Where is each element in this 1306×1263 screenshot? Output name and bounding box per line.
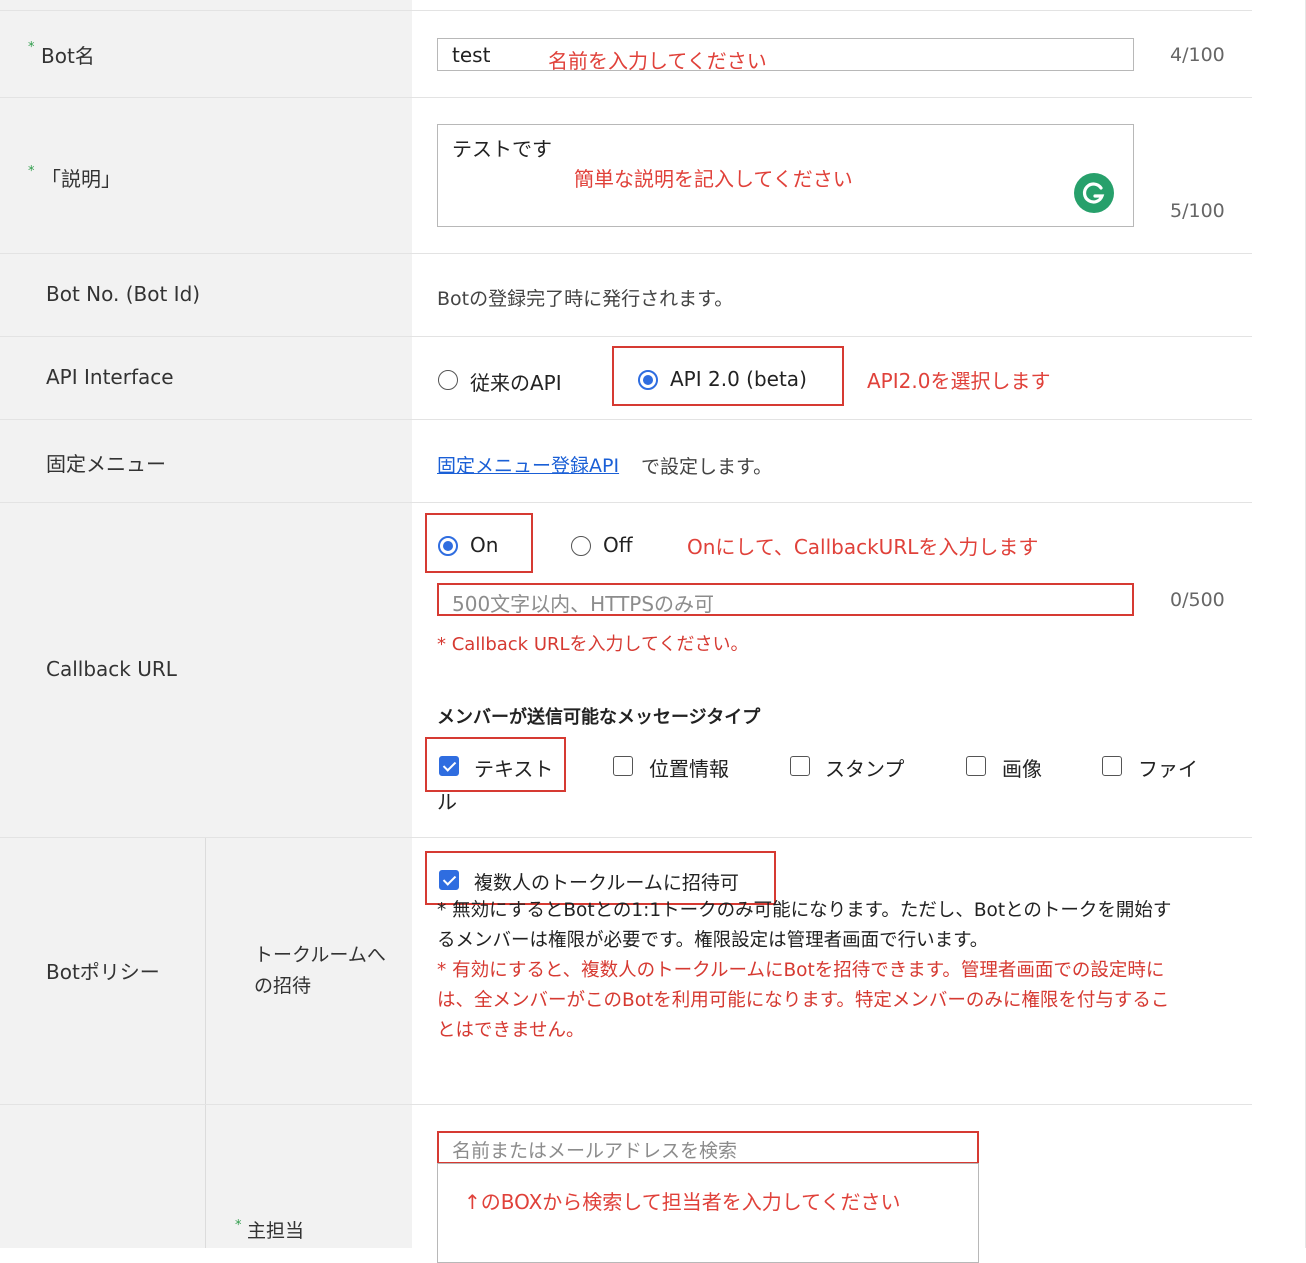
- api-v2-label[interactable]: API 2.0 (beta): [670, 367, 807, 391]
- bot-policy-label: Botポリシー: [46, 960, 160, 984]
- message-type-sticker-label[interactable]: スタンプ: [825, 753, 904, 782]
- policy-note-2-line1: * 有効にすると、複数人のトークルームにBotを招待できます。管理者画面での設定…: [437, 960, 1165, 981]
- message-type-file-label[interactable]: ファイ: [1138, 753, 1198, 782]
- row-divider: [0, 502, 1252, 503]
- main-owner-label: 主担当: [247, 1220, 305, 1242]
- description-textarea[interactable]: テストです 簡単な説明を記入してください: [437, 124, 1134, 227]
- message-type-file-label-wrap: ル: [437, 790, 457, 814]
- policy-note-2: * 有効にすると、複数人のトークルームにBotを招待できます。管理者画面での設定…: [437, 956, 1247, 1046]
- grammarly-g-glyph: [1082, 182, 1105, 204]
- grammarly-icon[interactable]: [1074, 173, 1114, 213]
- api-legacy-label[interactable]: 従来のAPI: [470, 367, 562, 396]
- message-type-image-label[interactable]: 画像: [1002, 753, 1042, 782]
- talk-room-invite-label-line2: の招待: [254, 975, 312, 997]
- callback-url-label: Callback URL: [46, 657, 177, 681]
- message-type-sticker-checkbox[interactable]: [790, 756, 810, 776]
- message-type-image-checkbox[interactable]: [966, 756, 986, 776]
- talk-room-invite-label-line1: トークルームへ: [254, 944, 386, 966]
- callback-url-counter: 0/500: [1170, 589, 1225, 611]
- message-type-location-checkbox[interactable]: [613, 756, 633, 776]
- owner-search-input[interactable]: 名前またはメールアドレスを検索: [437, 1131, 979, 1164]
- callback-on-radio[interactable]: [438, 536, 458, 556]
- sub-label-divider: [205, 838, 206, 1248]
- fixed-menu-suffix: で設定します。: [641, 456, 773, 478]
- bot-name-input[interactable]: test 名前を入力してください: [437, 38, 1134, 73]
- policy-note-2-line2: は、全メンバーがこのBotを利用可能になります。特定メンバーのみに権限を付与する…: [437, 990, 1170, 1011]
- bot-name-counter: 4/100: [1170, 44, 1225, 66]
- row-divider: [0, 253, 1252, 254]
- policy-note-1-line2: るメンバーは権限が必要です。権限設定は管理者画面で行います。: [437, 930, 989, 951]
- callback-url-error: * Callback URLを入力してください。: [437, 634, 749, 655]
- bot-no-label: Bot No. (Bot Id): [46, 282, 201, 306]
- row-divider: [0, 419, 1252, 420]
- policy-note-1-line1: * 無効にするとBotとの1:1トークのみ可能になります。ただし、Botとのトー…: [437, 900, 1172, 921]
- description-value: テストです: [452, 137, 552, 161]
- description-label: 「説明」: [41, 167, 121, 191]
- message-types-heading: メンバーが送信可能なメッセージタイプ: [437, 707, 761, 728]
- bot-name-value: test: [452, 43, 491, 67]
- callback-annotation: Onにして、CallbackURLを入力します: [687, 535, 1039, 559]
- fixed-menu-api-link[interactable]: 固定メニュー登録API: [437, 451, 619, 478]
- required-mark: *: [28, 164, 35, 179]
- row-divider: [0, 1104, 1252, 1105]
- owner-list-box[interactable]: ↑のBOXから検索して担当者を入力してください: [437, 1163, 979, 1263]
- row-divider: [0, 97, 1252, 98]
- callback-off-radio[interactable]: [571, 536, 591, 556]
- message-type-location-label[interactable]: 位置情報: [649, 753, 729, 782]
- fixed-menu-label: 固定メニュー: [46, 452, 166, 476]
- message-type-text-label[interactable]: テキスト: [474, 753, 553, 782]
- description-annotation: 簡単な説明を記入してください: [574, 167, 853, 191]
- api-interface-label: API Interface: [46, 365, 174, 389]
- required-mark: *: [235, 1218, 242, 1233]
- api-v2-radio[interactable]: [638, 370, 658, 390]
- callback-url-input[interactable]: 500文字以内、HTTPSのみ可: [437, 583, 1134, 616]
- message-type-file-checkbox[interactable]: [1102, 756, 1122, 776]
- row-divider: [0, 336, 1252, 337]
- policy-note-1: * 無効にするとBotとの1:1トークのみ可能になります。ただし、Botとのトー…: [437, 896, 1247, 956]
- bot-settings-form: * Bot名 test 名前を入力してください 4/100 * 「説明」 テスト…: [0, 0, 1252, 1263]
- owner-search-placeholder: 名前またはメールアドレスを検索: [452, 1140, 738, 1162]
- description-counter: 5/100: [1170, 200, 1225, 222]
- message-type-text-checkbox[interactable]: [439, 756, 459, 776]
- multi-talk-invite-label[interactable]: 複数人のトークルームに招待可: [474, 868, 739, 895]
- bot-name-annotation: 名前を入力してください: [548, 49, 767, 73]
- owner-annotation: ↑のBOXから検索して担当者を入力してください: [464, 1190, 901, 1214]
- bot-no-text: Botの登録完了時に発行されます。: [437, 288, 734, 310]
- callback-on-label[interactable]: On: [470, 533, 498, 557]
- row-divider: [0, 837, 1252, 838]
- callback-off-label[interactable]: Off: [603, 533, 633, 557]
- callback-url-placeholder: 500文字以内、HTTPSのみ可: [452, 592, 715, 616]
- api-legacy-radio[interactable]: [438, 370, 458, 390]
- row-divider: [0, 10, 1252, 11]
- bot-name-label: Bot名: [41, 44, 95, 68]
- api-annotation: API2.0を選択します: [867, 369, 1051, 393]
- policy-note-2-line3: とはできません。: [437, 1020, 585, 1041]
- required-mark: *: [28, 40, 35, 55]
- multi-talk-invite-checkbox[interactable]: [439, 870, 459, 890]
